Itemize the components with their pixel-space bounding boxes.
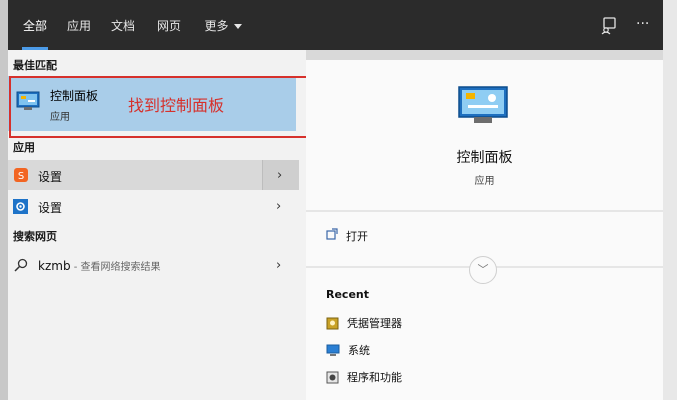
desktop-background-left: [0, 0, 8, 400]
tab-web[interactable]: 网页: [150, 0, 188, 50]
tab-more[interactable]: 更多: [194, 0, 252, 50]
chevron-right-icon: ›: [277, 168, 283, 183]
web-item-expand-button[interactable]: ›: [262, 250, 298, 280]
open-icon: [326, 228, 338, 243]
web-search-item[interactable]: kzmb - 查看网络搜索结果 ›: [8, 250, 298, 280]
search-panel: 全部 应用 文档 网页 更多 ··· 最佳匹配 控制面板 应用 找到控制面板 应…: [8, 0, 663, 400]
apps-heading: 应用: [13, 141, 35, 154]
desktop-background-right: [663, 0, 677, 400]
annotation-label: 找到控制面板: [128, 96, 225, 115]
detail-subtitle: 应用: [474, 176, 495, 187]
more-options-icon[interactable]: ···: [636, 14, 658, 36]
search-tabs-bar: 全部 应用 文档 网页 更多 ···: [8, 0, 663, 50]
web-search-query: kzmb: [38, 259, 71, 273]
programs-features-icon: [326, 371, 339, 384]
control-panel-large-icon: [458, 86, 508, 123]
app-item-label: 设置: [38, 201, 63, 215]
web-search-heading: 搜索网页: [13, 230, 57, 243]
system-icon: [326, 344, 340, 356]
chevron-right-icon: ›: [276, 258, 282, 273]
web-search-suffix: - 查看网络搜索结果: [70, 262, 161, 273]
chevron-down-icon: ﹀: [477, 263, 489, 276]
app-item-settings-1[interactable]: S 设置 ›: [8, 160, 299, 190]
detail-title: 控制面板: [456, 150, 513, 166]
recent-item-programs-features[interactable]: 程序和功能: [326, 369, 402, 385]
gear-settings-icon: [13, 199, 28, 214]
tab-all[interactable]: 全部: [14, 0, 56, 50]
detail-divider: [306, 210, 663, 212]
credential-manager-icon: [326, 317, 339, 330]
expand-button[interactable]: ﹀: [469, 256, 497, 284]
results-list: 最佳匹配 控制面板 应用 找到控制面板 应用 S 设置 › 设置 › 搜索网页 …: [8, 50, 318, 400]
best-match-heading: 最佳匹配: [13, 59, 57, 72]
app-item-expand-button[interactable]: ›: [262, 191, 298, 221]
app-item-label: 设置: [38, 170, 63, 184]
svg-text:S: S: [18, 171, 24, 182]
search-icon: [14, 258, 28, 272]
open-action[interactable]: 打开: [326, 228, 368, 244]
recent-heading: Recent: [326, 288, 370, 301]
recent-item-system[interactable]: 系统: [326, 342, 370, 358]
chevron-right-icon: ›: [276, 199, 282, 214]
chevron-down-icon: [233, 24, 242, 29]
detail-pane: 控制面板 应用 打开 ﹀ Recent 凭据管理器 系统 程序和功能: [306, 60, 663, 400]
recent-item-credential-manager[interactable]: 凭据管理器: [326, 315, 402, 331]
app-item-settings-2[interactable]: 设置 ›: [8, 191, 298, 221]
open-label: 打开: [346, 230, 368, 243]
app-item-expand-button[interactable]: ›: [262, 160, 299, 190]
sogou-settings-icon: S: [14, 168, 28, 182]
tab-apps[interactable]: 应用: [60, 0, 98, 50]
feedback-icon[interactable]: [598, 14, 620, 36]
tab-documents[interactable]: 文档: [104, 0, 142, 50]
